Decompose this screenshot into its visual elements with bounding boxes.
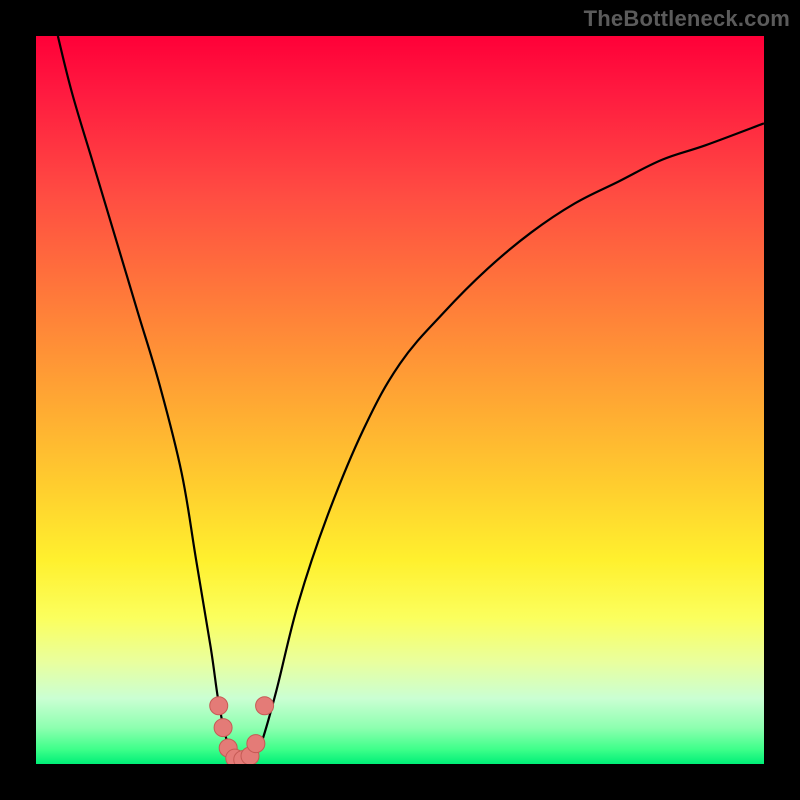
watermark-text: TheBottleneck.com — [584, 6, 790, 32]
curve-marker — [214, 719, 232, 737]
curve-marker — [210, 697, 228, 715]
curve-marker — [247, 735, 265, 753]
curve-markers — [210, 697, 274, 764]
chart-overlay — [36, 36, 764, 764]
curve-marker — [256, 697, 274, 715]
bottleneck-curve — [58, 36, 764, 764]
chart-frame: TheBottleneck.com — [0, 0, 800, 800]
